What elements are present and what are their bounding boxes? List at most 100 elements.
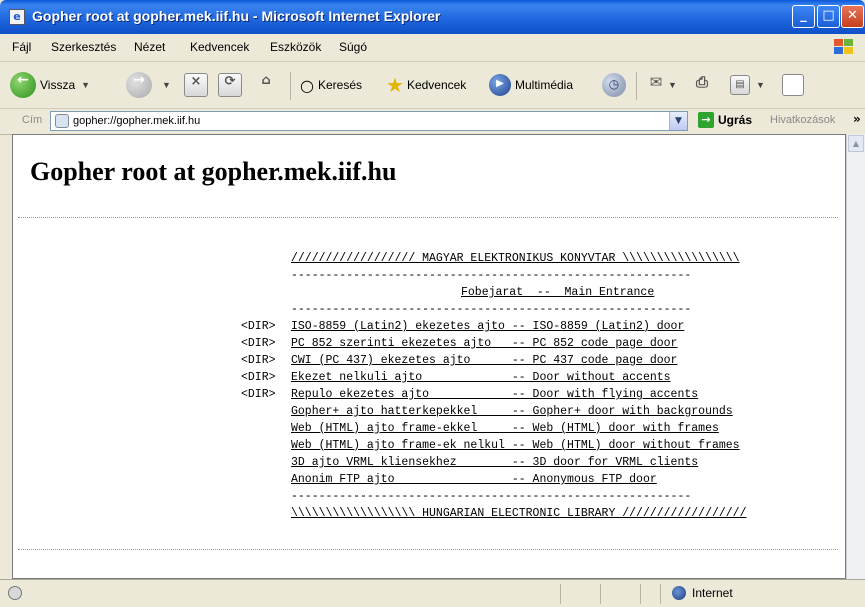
favorites-button[interactable]: ★ Kedvencek [386, 68, 466, 102]
chevron-down-icon[interactable]: ▼ [81, 80, 90, 90]
print-button[interactable]: ⎙ [690, 68, 714, 102]
chevron-down-icon[interactable]: ▼ [756, 80, 765, 90]
discuss-icon [782, 74, 804, 96]
globe-icon [672, 586, 686, 600]
gopher-link[interactable]: Anonim FTP ajto -- Anonymous FTP door [291, 473, 657, 486]
media-icon: ▶ [489, 74, 511, 96]
list-item: Web (HTML) ajto frame-ek nelkul -- Web (… [241, 437, 740, 454]
refresh-icon: ⟳ [218, 73, 242, 97]
menu-view[interactable]: Nézet [134, 40, 165, 54]
menu-favorites[interactable]: Kedvencek [190, 40, 249, 54]
chevron-down-icon[interactable]: ▼ [668, 80, 677, 90]
favorites-label: Kedvencek [406, 78, 467, 92]
go-button[interactable]: → Ugrás [698, 112, 752, 128]
toolbar-separator [290, 72, 291, 100]
chevron-right-icon[interactable]: » [853, 112, 861, 126]
mail-icon: ✉ [649, 73, 663, 91]
title-bar[interactable]: e Gopher root at gopher.mek.iif.hu - Mic… [0, 0, 865, 34]
list-item: <DIR> Ekezet nelkuli ajto -- Door without… [241, 369, 740, 386]
scroll-up-icon[interactable]: ▲ [848, 135, 864, 152]
list-item: <DIR> ISO-8859 (Latin2) ekezetes ajto -- … [241, 318, 740, 335]
page-title: Gopher root at gopher.mek.iif.hu [30, 157, 397, 186]
go-arrow-icon: → [698, 112, 714, 128]
discuss-button[interactable] [782, 68, 804, 102]
list-item: <DIR> PC 852 szerinti ekezetes ajto -- PC… [241, 335, 740, 352]
list-item: Web (HTML) ajto frame-ekkel -- Web (HTML… [241, 420, 740, 437]
divider [18, 217, 838, 218]
print-icon: ⎙ [695, 73, 708, 91]
address-label: Cím [22, 114, 43, 126]
stop-icon: × [184, 73, 208, 97]
chevron-down-icon[interactable]: ▼ [669, 112, 687, 130]
back-button[interactable]: ← Vissza ▼ [10, 68, 90, 102]
item-type: <DIR> [241, 337, 276, 350]
item-type: <DIR> [241, 371, 276, 384]
browser-window: e Gopher root at gopher.mek.iif.hu - Mic… [0, 0, 865, 607]
search-label: Keresés [317, 78, 362, 92]
footer-banner: \\\\\\\\\\\\\\\\\\ HUNGARIAN ELECTRONIC … [291, 507, 747, 520]
page-icon [55, 114, 69, 128]
gopher-list: <DIR> ISO-8859 (Latin2) ekezetes ajto -- … [241, 318, 740, 488]
item-type: <DIR> [241, 388, 276, 401]
menu-bar: Fájl Szerkesztés Nézet Kedvencek Eszközö… [0, 34, 865, 62]
divider [18, 549, 838, 550]
refresh-button[interactable]: ⟳ [218, 68, 242, 102]
mail-button[interactable]: ✉ ▼ [644, 68, 677, 102]
links-label[interactable]: Hivatkozások [770, 114, 835, 126]
gopher-link[interactable]: PC 852 szerinti ekezetes ajto -- PC 852 … [291, 337, 677, 350]
windows-logo-icon [834, 39, 853, 54]
gopher-link[interactable]: Web (HTML) ajto frame-ek nelkul -- Web (… [291, 439, 740, 452]
status-separator [600, 584, 601, 604]
chevron-down-icon[interactable]: ▼ [162, 80, 171, 90]
back-label: Vissza [40, 78, 76, 92]
history-icon: ◷ [602, 73, 626, 97]
list-item: <DIR> CWI (PC 437) ekezetes ajto -- PC 43… [241, 352, 740, 369]
rule-line: ----------------------------------------… [291, 490, 692, 503]
media-button[interactable]: ▶ Multimédia [489, 68, 573, 102]
menu-edit[interactable]: Szerkesztés [51, 40, 116, 54]
search-icon: ○ [300, 75, 314, 95]
maximize-button[interactable]: □ [817, 5, 840, 28]
page-content: Gopher root at gopher.mek.iif.hu ///////… [12, 134, 846, 579]
forward-button[interactable]: → ▼ [126, 68, 171, 102]
list-item: Anonim FTP ajto -- Anonymous FTP door [241, 471, 740, 488]
status-page-icon [8, 586, 22, 600]
item-type: <DIR> [241, 320, 276, 333]
forward-arrow-icon: → [126, 72, 152, 98]
back-arrow-icon: ← [10, 72, 36, 98]
address-value: gopher://gopher.mek.iif.hu [73, 115, 201, 127]
entrance-label: Fobejarat -- Main Entrance [461, 286, 655, 299]
vertical-scrollbar[interactable]: ▲ [846, 134, 865, 579]
status-separator [640, 584, 641, 604]
minimize-button[interactable]: _ [792, 5, 815, 28]
gopher-link[interactable]: CWI (PC 437) ekezetes ajto -- PC 437 cod… [291, 354, 677, 367]
gopher-link[interactable]: Repulo ekezetes ajto -- Door with flying… [291, 388, 698, 401]
menu-file[interactable]: Fájl [12, 40, 31, 54]
stop-button[interactable]: × [184, 68, 208, 102]
address-bar: Cím gopher://gopher.mek.iif.hu ▼ → Ugrás… [0, 108, 865, 135]
menu-help[interactable]: Súgó [339, 40, 367, 54]
gopher-link[interactable]: ISO-8859 (Latin2) ekezetes ajto -- ISO-8… [291, 320, 684, 333]
item-type: <DIR> [241, 354, 276, 367]
menu-tools[interactable]: Eszközök [270, 40, 321, 54]
gopher-link[interactable]: Gopher+ ajto hatterkepekkel -- Gopher+ d… [291, 405, 733, 418]
history-button[interactable]: ◷ [602, 68, 630, 102]
status-separator [660, 584, 661, 604]
close-button[interactable]: ✕ [841, 5, 864, 28]
home-button[interactable]: ⌂ [254, 68, 278, 102]
ie-page-icon: e [9, 9, 25, 25]
search-button[interactable]: ○ Keresés [300, 68, 362, 102]
status-bar: Internet [0, 579, 865, 607]
gopher-link[interactable]: Web (HTML) ajto frame-ekkel -- Web (HTML… [291, 422, 719, 435]
zone-label: Internet [692, 586, 733, 600]
list-item: 3D ajto VRML kliensekhez -- 3D door for … [241, 454, 740, 471]
star-icon: ★ [386, 73, 404, 97]
gopher-link[interactable]: 3D ajto VRML kliensekhez -- 3D door for … [291, 456, 698, 469]
edit-icon: ▤ [730, 75, 750, 95]
gopher-link[interactable]: Ekezet nelkuli ajto -- Door without acce… [291, 371, 671, 384]
edit-button[interactable]: ▤ ▼ [730, 68, 765, 102]
go-label: Ugrás [718, 113, 753, 127]
rule-line: ----------------------------------------… [291, 269, 692, 282]
window-title: Gopher root at gopher.mek.iif.hu - Micro… [32, 8, 441, 24]
address-input[interactable]: gopher://gopher.mek.iif.hu ▼ [50, 111, 688, 131]
